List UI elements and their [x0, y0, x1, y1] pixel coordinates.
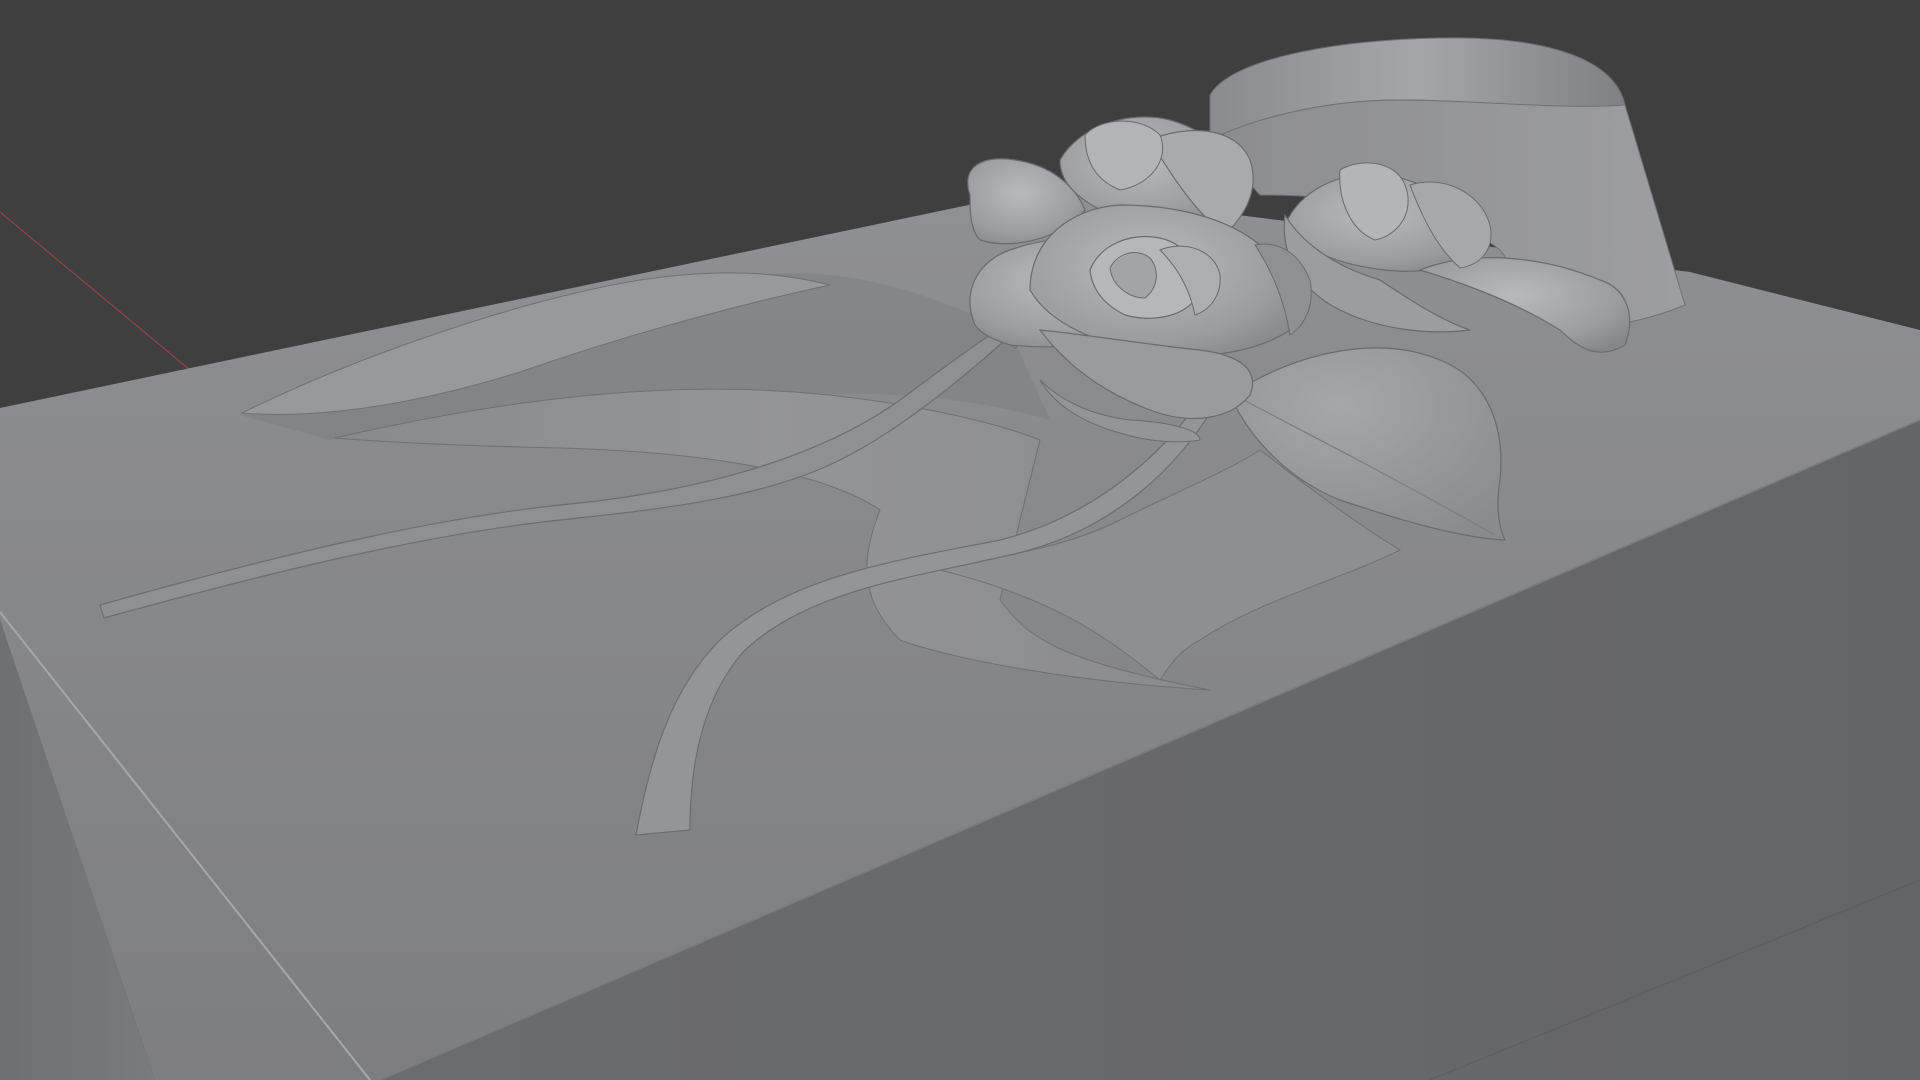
3d-viewport[interactable] [0, 0, 1920, 1080]
